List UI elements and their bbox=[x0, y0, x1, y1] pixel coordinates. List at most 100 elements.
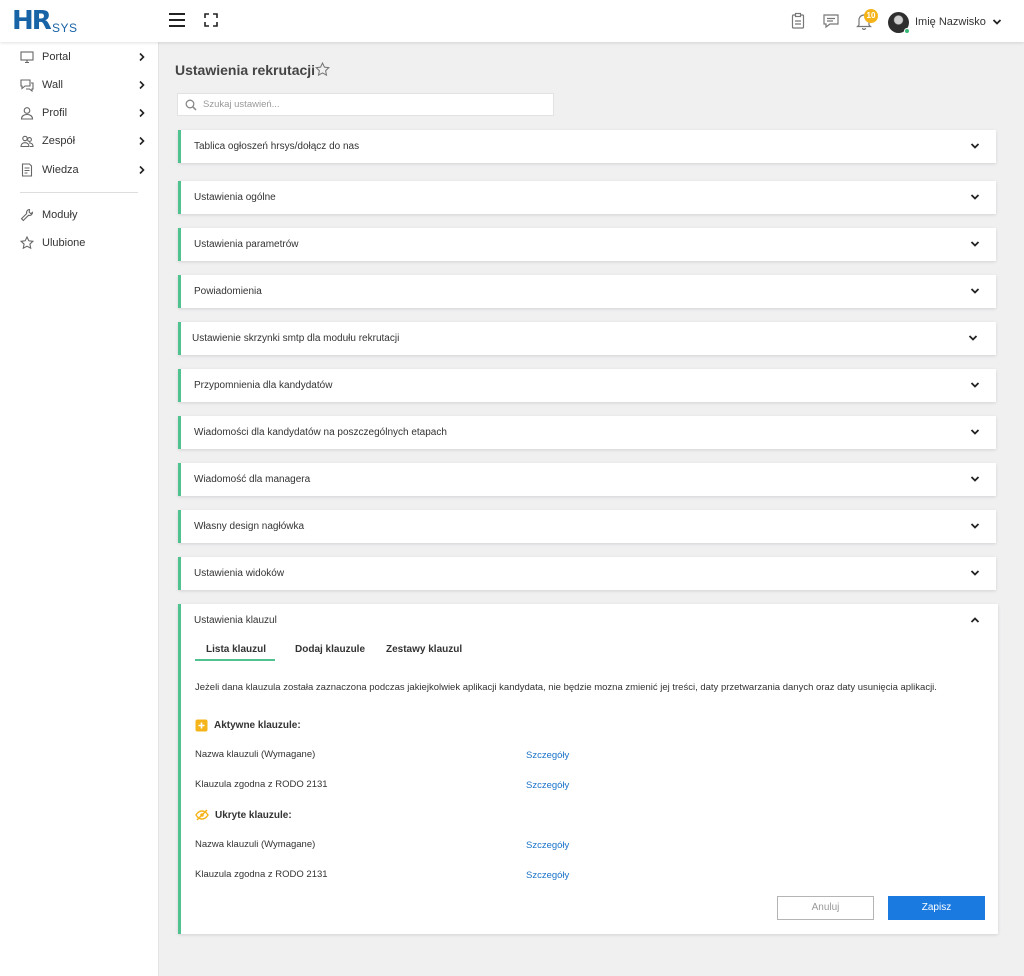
sidebar-item-profil[interactable]: Profil bbox=[0, 102, 158, 124]
accordion-section[interactable]: Ustawienia parametrów bbox=[178, 228, 996, 261]
chevron-down-icon bbox=[970, 523, 980, 529]
clipboard-icon[interactable] bbox=[789, 12, 807, 30]
chevron-down-icon bbox=[970, 570, 980, 576]
cancel-button[interactable]: Anuluj bbox=[777, 896, 874, 920]
sidebar-item-label: Zespół bbox=[42, 135, 76, 147]
section-title: Ustawienie skrzynki smtp dla modułu rekr… bbox=[192, 333, 400, 344]
favorite-star-icon[interactable] bbox=[315, 62, 330, 77]
accordion-section[interactable]: Wiadomości dla kandydatów na poszczególn… bbox=[178, 416, 996, 449]
logo[interactable]: HR SYS bbox=[12, 6, 82, 36]
chevron-down-icon bbox=[992, 19, 1002, 25]
sidebar-item-label: Wall bbox=[42, 79, 63, 91]
user-name: Imię Nazwisko bbox=[915, 16, 986, 28]
sidebar-divider bbox=[20, 192, 138, 193]
chevron-up-icon[interactable] bbox=[970, 615, 980, 625]
hidden-clauses-heading: Ukryte klauzule: bbox=[195, 809, 292, 821]
user-menu[interactable]: Imię Nazwisko bbox=[888, 11, 1002, 34]
accordion-section[interactable]: Ustawienia ogólne bbox=[178, 181, 996, 214]
active-clauses-heading: Aktywne klauzule: bbox=[195, 719, 301, 732]
info-text: Jeżeli dana klauzula została zaznaczona … bbox=[195, 682, 937, 693]
sidebar-item-wiedza[interactable]: Wiedza bbox=[0, 159, 158, 181]
chevron-down-icon bbox=[968, 335, 978, 341]
section-title: Ustawienia ogólne bbox=[194, 192, 276, 203]
chevron-right-icon bbox=[139, 52, 145, 62]
section-title: Przypomnienia dla kandydatów bbox=[194, 380, 333, 391]
star-icon bbox=[20, 236, 34, 250]
details-link[interactable]: Szczegóły bbox=[526, 750, 569, 761]
chevron-down-icon bbox=[970, 382, 980, 388]
online-status-dot bbox=[904, 27, 910, 34]
plus-badge-icon bbox=[195, 719, 208, 732]
section-title: Własny design nagłówka bbox=[194, 521, 305, 532]
chevron-right-icon bbox=[139, 136, 145, 146]
details-link[interactable]: Szczegóły bbox=[526, 870, 569, 881]
logo-sub: SYS bbox=[52, 21, 78, 35]
search-input[interactable] bbox=[203, 99, 533, 110]
search-box[interactable] bbox=[177, 93, 554, 116]
section-title: Wiadomości dla kandydatów na poszczególn… bbox=[194, 427, 447, 438]
monitor-icon bbox=[20, 51, 34, 64]
sidebar-item-ulubione[interactable]: Ulubione bbox=[0, 232, 158, 254]
section-title: Ustawienia parametrów bbox=[194, 239, 299, 250]
section-title: Powiadomienia bbox=[194, 286, 262, 297]
accordion-section[interactable]: Ustawienia widoków bbox=[178, 557, 996, 590]
chevron-right-icon bbox=[139, 80, 145, 90]
wrench-icon bbox=[20, 208, 34, 222]
eye-off-icon bbox=[195, 809, 209, 821]
avatar bbox=[888, 11, 910, 34]
details-link[interactable]: Szczegóły bbox=[526, 780, 569, 791]
sidebar-item-label: Portal bbox=[42, 51, 71, 63]
sidebar-item-zespol[interactable]: Zespół bbox=[0, 130, 158, 152]
sidebar-item-wall[interactable]: Wall bbox=[0, 74, 158, 96]
team-icon bbox=[20, 135, 34, 148]
tab-add-clause[interactable]: Dodaj klauzule bbox=[295, 644, 365, 655]
chevron-down-icon bbox=[970, 241, 980, 247]
sidebar-item-label: Profil bbox=[42, 107, 68, 119]
chevron-right-icon bbox=[139, 165, 145, 175]
clause-name: Nazwa klauzuli (Wymagane) bbox=[195, 839, 316, 850]
section-title: Ustawienia klauzul bbox=[194, 615, 277, 626]
fullscreen-icon[interactable] bbox=[204, 13, 218, 27]
sidebar-item-moduly[interactable]: Moduły bbox=[0, 204, 158, 226]
menu-icon[interactable] bbox=[169, 13, 185, 27]
sidebar-item-label: Moduły bbox=[42, 209, 78, 221]
section-title: Tablica ogłoszeń hrsys/dołącz do nas bbox=[194, 141, 360, 152]
chevron-down-icon bbox=[970, 288, 980, 294]
chat-icon[interactable] bbox=[822, 12, 840, 30]
logo-main: HR bbox=[12, 6, 52, 36]
save-button[interactable]: Zapisz bbox=[888, 896, 985, 920]
chevron-down-icon bbox=[970, 476, 980, 482]
clause-name: Nazwa klauzuli (Wymagane) bbox=[195, 749, 316, 760]
chevron-right-icon bbox=[139, 108, 145, 118]
clause-name: Klauzula zgodna z RODO 2131 bbox=[195, 779, 328, 790]
active-clauses-label: Aktywne klauzule: bbox=[214, 720, 301, 731]
tab-clause-list[interactable]: Lista klauzul bbox=[206, 644, 266, 655]
accordion-section[interactable]: Własny design nagłówka bbox=[178, 510, 996, 543]
hidden-clauses-label: Ukryte klauzule: bbox=[215, 809, 292, 821]
chevron-down-icon bbox=[970, 143, 980, 149]
details-link[interactable]: Szczegóły bbox=[526, 840, 569, 851]
accordion-section[interactable]: Powiadomienia bbox=[178, 275, 996, 308]
chevron-down-icon bbox=[970, 429, 980, 435]
accordion-section[interactable]: Wiadomość dla managera bbox=[178, 463, 996, 496]
section-title: Ustawienia widoków bbox=[194, 568, 285, 579]
top-bar: HR SYS 10 Imię Nazwisko bbox=[0, 0, 1024, 42]
chevron-down-icon bbox=[970, 194, 980, 200]
page-title: Ustawienia rekrutacji bbox=[175, 62, 316, 78]
chat-icon bbox=[20, 79, 34, 92]
sidebar-item-label: Ulubione bbox=[42, 237, 86, 249]
clauses-settings-panel: Ustawienia klauzul Lista klauzul Dodaj k… bbox=[178, 604, 998, 934]
sidebar-item-portal[interactable]: Portal bbox=[0, 46, 158, 68]
user-icon bbox=[20, 107, 34, 120]
sidebar-item-label: Wiedza bbox=[42, 164, 79, 176]
active-tab-underline bbox=[195, 659, 275, 661]
search-icon bbox=[185, 99, 197, 111]
clause-name: Klauzula zgodna z RODO 2131 bbox=[195, 869, 328, 880]
accordion-section[interactable]: Przypomnienia dla kandydatów bbox=[178, 369, 996, 402]
document-icon bbox=[21, 163, 33, 177]
tab-clause-sets[interactable]: Zestawy klauzul bbox=[386, 644, 462, 655]
accordion-section[interactable]: Ustawienie skrzynki smtp dla modułu rekr… bbox=[178, 322, 996, 355]
section-title: Wiadomość dla managera bbox=[194, 474, 311, 485]
sidebar: Portal Wall Profil Zespół Wiedza Moduły … bbox=[0, 42, 159, 976]
accordion-section[interactable]: Tablica ogłoszeń hrsys/dołącz do nas bbox=[178, 130, 996, 163]
